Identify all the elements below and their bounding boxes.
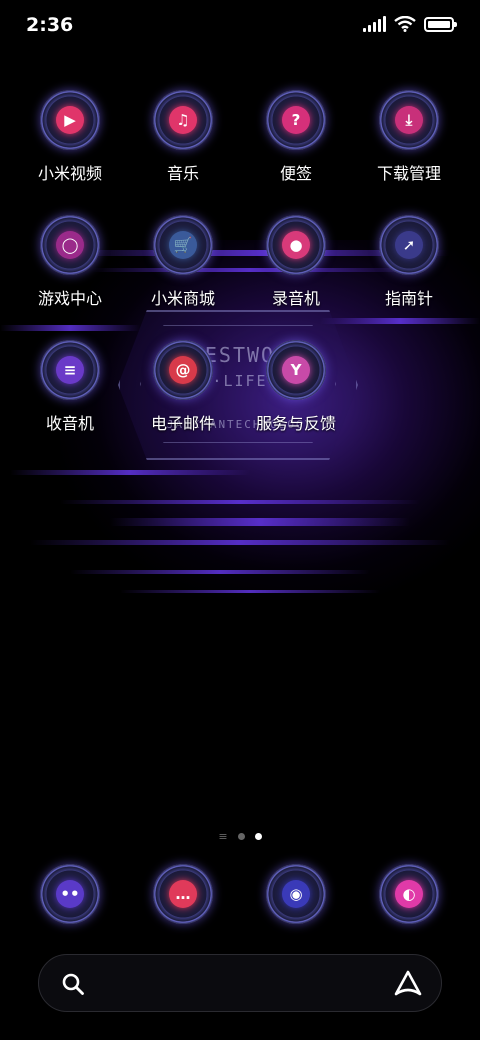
icon-glyph: … xyxy=(169,880,197,908)
app-label: 收音机 xyxy=(45,414,94,433)
game-circle-icon[interactable]: ◯ xyxy=(40,215,100,275)
mail-icon[interactable]: @ xyxy=(153,340,213,400)
messages-face-icon[interactable]: •• xyxy=(40,864,100,924)
page-indicator: ≡ xyxy=(0,830,480,843)
app-label: 录音机 xyxy=(271,289,320,308)
app-radio[interactable]: ≡ 收音机 xyxy=(15,340,125,434)
clock: 2:36 xyxy=(26,14,74,36)
app-video-play[interactable]: ▶ 小米视频 xyxy=(15,90,125,184)
search-bar[interactable] xyxy=(38,954,442,1012)
compass-icon[interactable]: ➚ xyxy=(379,215,439,275)
icon-glyph: •• xyxy=(56,880,84,908)
page-dot[interactable] xyxy=(237,833,245,840)
app-compass[interactable]: ➚ 指南针 xyxy=(354,215,464,309)
app-label: 下载管理 xyxy=(376,164,441,183)
video-play-icon[interactable]: ▶ xyxy=(40,90,100,150)
wallpaper-stripe xyxy=(120,590,380,593)
icon-glyph: @ xyxy=(169,356,197,384)
icon-glyph: ● xyxy=(282,231,310,259)
app-music-note[interactable]: ♫ 音乐 xyxy=(128,90,238,184)
cocktail-icon[interactable]: Y xyxy=(266,340,326,400)
icon-glyph: ◯ xyxy=(56,231,84,259)
icon-glyph: ♫ xyxy=(169,106,197,134)
app-note[interactable]: ? 便签 xyxy=(241,90,351,184)
app-cocktail[interactable]: Y 服务与反馈 xyxy=(241,340,351,434)
app-label: 小米商城 xyxy=(150,289,215,308)
icon-glyph: ? xyxy=(282,106,310,134)
icon-glyph: ⤓ xyxy=(395,106,423,134)
wallpaper-stripe xyxy=(30,540,450,545)
note-icon[interactable]: ? xyxy=(266,90,326,150)
browser-globe-icon[interactable]: ◐ xyxy=(379,864,439,924)
app-label: 服务与反馈 xyxy=(255,414,336,433)
wallpaper-stripe xyxy=(70,570,370,574)
wallpaper-stripe xyxy=(10,470,250,475)
app-label: 便签 xyxy=(279,164,312,183)
app-label: 电子邮件 xyxy=(150,414,215,433)
app-label: 指南针 xyxy=(384,289,433,308)
icon-glyph: ◐ xyxy=(395,880,423,908)
icon-glyph: ≡ xyxy=(56,356,84,384)
download-icon[interactable]: ⤓ xyxy=(379,90,439,150)
wallpaper-stripe xyxy=(0,325,140,331)
app-game-circle[interactable]: ◯ 游戏中心 xyxy=(15,215,125,309)
app-label: 小米视频 xyxy=(37,164,102,183)
search-icon[interactable] xyxy=(61,972,85,996)
app-download[interactable]: ⤓ 下载管理 xyxy=(354,90,464,184)
status-icons xyxy=(363,16,457,32)
home-menu-icon[interactable]: ≡ xyxy=(218,830,227,843)
wallpaper-stripe xyxy=(110,518,410,526)
assistant-icon[interactable] xyxy=(393,969,423,999)
camera-lens-icon[interactable]: ◉ xyxy=(266,864,326,924)
icon-glyph: ▶ xyxy=(56,106,84,134)
recorder-icon[interactable]: ● xyxy=(266,215,326,275)
icon-glyph: ◉ xyxy=(282,880,310,908)
app-recorder[interactable]: ● 录音机 xyxy=(241,215,351,309)
shopping-cart-icon[interactable]: 🛒 xyxy=(153,215,213,275)
icon-glyph: ➚ xyxy=(395,231,423,259)
status-bar: 2:36 xyxy=(0,0,480,50)
wifi-icon xyxy=(394,16,416,32)
wallpaper-stripe xyxy=(60,500,420,504)
app-label: 游戏中心 xyxy=(37,289,102,308)
app-shopping-cart[interactable]: 🛒 小米商城 xyxy=(128,215,238,309)
page-dot-active[interactable] xyxy=(254,833,262,840)
app-mail[interactable]: @ 电子邮件 xyxy=(128,340,238,434)
app-label: 音乐 xyxy=(166,164,199,183)
cellular-signal-icon xyxy=(363,16,386,32)
chat-bubble-icon[interactable]: … xyxy=(153,864,213,924)
music-note-icon[interactable]: ♫ xyxy=(153,90,213,150)
wallpaper-stripe xyxy=(320,318,480,324)
radio-icon[interactable]: ≡ xyxy=(40,340,100,400)
icon-glyph: 🛒 xyxy=(169,231,197,259)
battery-icon xyxy=(424,16,457,32)
icon-glyph: Y xyxy=(282,356,310,384)
